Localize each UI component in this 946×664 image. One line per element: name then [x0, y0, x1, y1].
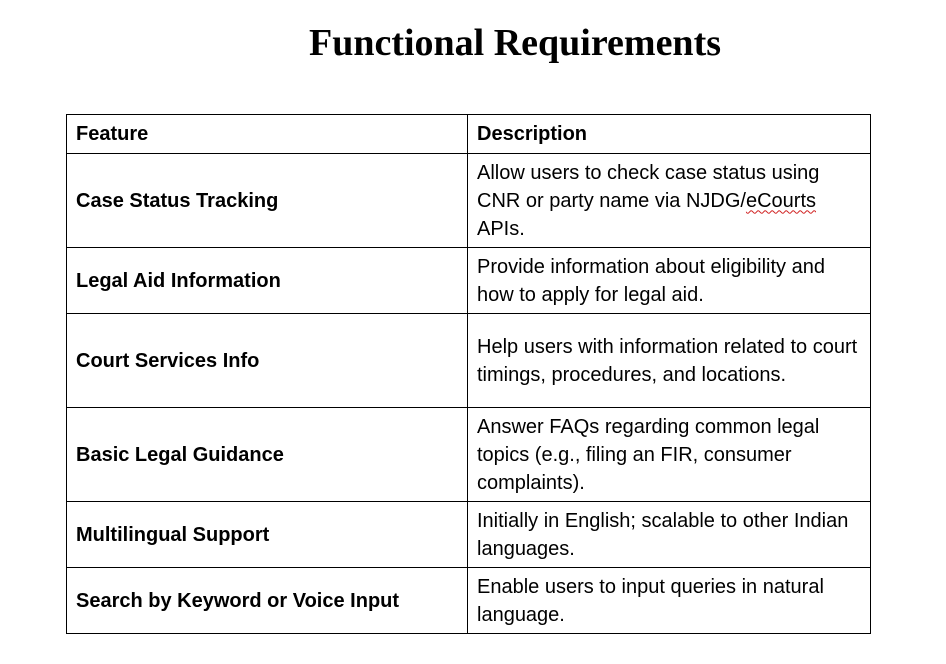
table-header-row: Feature Description: [66, 114, 871, 154]
feature-cell: Multilingual Support: [66, 501, 468, 568]
description-text: APIs.: [477, 217, 525, 240]
description-cell: Provide information about eligibility an…: [467, 247, 871, 314]
document-title: Functional Requirements: [308, 22, 722, 64]
requirements-table: Feature Description Case Status Tracking…: [66, 114, 871, 634]
table-row: Case Status Tracking Allow users to chec…: [66, 153, 871, 248]
description-cell: Help users with information related to c…: [467, 313, 871, 408]
table-row: Legal Aid Information Provide informatio…: [66, 247, 871, 314]
feature-cell: Court Services Info: [66, 313, 468, 408]
description-cell: Initially in English; scalable to other …: [467, 501, 871, 568]
feature-column-header: Feature: [66, 114, 468, 154]
feature-cell: Legal Aid Information: [66, 247, 468, 314]
description-cell: Allow users to check case status using C…: [467, 153, 871, 248]
table-row: Court Services Info Help users with info…: [66, 313, 871, 408]
description-cell: Enable users to input queries in natural…: [467, 567, 871, 634]
spellcheck-flagged-word: eCourts: [745, 189, 816, 212]
table-row: Search by Keyword or Voice Input Enable …: [66, 567, 871, 634]
feature-cell: Search by Keyword or Voice Input: [66, 567, 468, 634]
description-cell: Answer FAQs regarding common legal topic…: [467, 407, 871, 502]
description-column-header: Description: [467, 114, 871, 154]
table-row: Basic Legal Guidance Answer FAQs regardi…: [66, 407, 871, 502]
feature-cell: Case Status Tracking: [66, 153, 468, 248]
feature-cell: Basic Legal Guidance: [66, 407, 468, 502]
table-row: Multilingual Support Initially in Englis…: [66, 501, 871, 568]
